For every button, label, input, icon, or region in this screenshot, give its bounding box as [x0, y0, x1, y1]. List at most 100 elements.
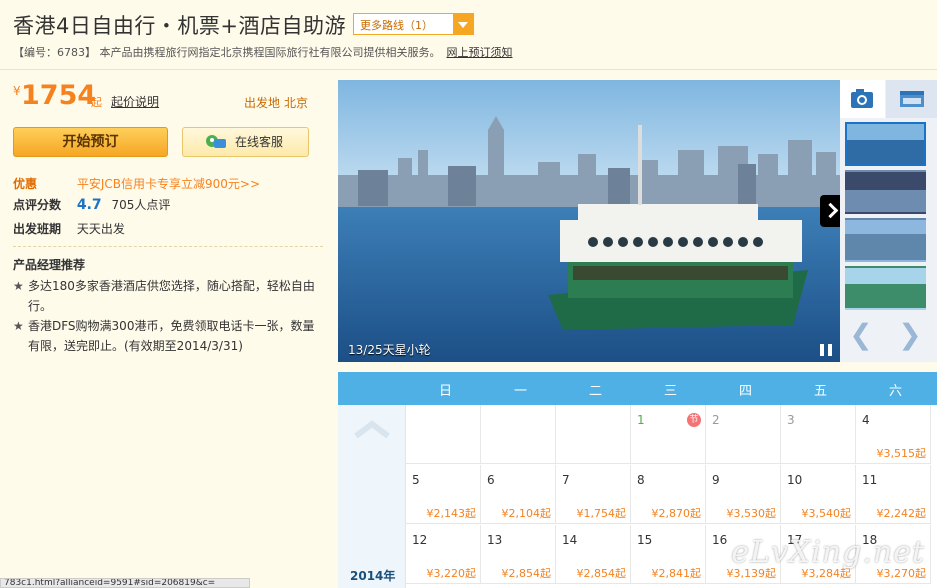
more-routes-select[interactable]: 更多路线（1） — [353, 13, 474, 35]
calendar-day-number: 10 — [787, 473, 803, 487]
weekday-label: 二 — [588, 384, 602, 399]
calendar-day-cell — [481, 405, 556, 464]
pause-icon[interactable] — [820, 344, 832, 356]
calendar-day-number: 6 — [487, 473, 495, 487]
calendar-day-price: ¥2,841起 — [651, 567, 702, 580]
schedule-label: 出发班期 — [13, 222, 62, 236]
calendar-day-price: ¥2,242起 — [876, 507, 927, 520]
weekday-label: 日 — [438, 384, 452, 399]
calendar-day-number: 7 — [562, 473, 570, 487]
calendar-day-number: 15 — [637, 533, 653, 547]
camera-icon — [851, 89, 873, 108]
calendar-year: 2014年 — [350, 569, 396, 583]
calendar-day-cell[interactable]: 1节 — [631, 405, 706, 464]
start-booking-button[interactable]: 开始预订 — [13, 127, 168, 157]
calendar-day-number: 2 — [712, 413, 720, 427]
calendar-day-cell[interactable]: 10 ¥3,540起 — [781, 465, 856, 524]
ferry-photo — [338, 80, 840, 362]
divider — [13, 246, 323, 247]
recommend-title: 产品经理推荐 — [13, 258, 86, 272]
calendar-month-nav: 2014年 — [338, 405, 406, 588]
calendar-day-price: ¥2,143起 — [426, 507, 477, 520]
online-service-button[interactable]: 在线客服 — [182, 127, 309, 157]
currency-symbol: ¥ — [13, 84, 21, 98]
gallery-thumbnail[interactable] — [845, 266, 926, 310]
depart-label: 出发地 — [244, 96, 281, 110]
product-header: 香港4日自由行・机票+酒店自助游 更多路线（1） 【编号：6783】 本产品由携… — [0, 0, 937, 70]
product-code-text: 【编号：6783】 本产品由携程旅行网指定北京携程国际旅行社有限公司提供相关服务… — [13, 46, 441, 59]
calendar-day-cell[interactable]: 3 — [781, 405, 856, 464]
gallery-side-panel: ❮ ❯ — [840, 80, 937, 362]
watermark-text: eLvXing.net — [731, 535, 925, 570]
score-label: 点评分数 — [13, 198, 62, 212]
calendar-day-number: 14 — [562, 533, 578, 547]
recommend-text: 香港DFS购物满300港币，免费领取电话卡一张，数量有限，送完即止。(有效期至2… — [28, 319, 315, 353]
calendar-day-price: ¥3,530起 — [726, 507, 777, 520]
chat-icon — [206, 135, 226, 148]
online-service-label: 在线客服 — [235, 135, 284, 149]
score-row: 点评分数 4.7 705人点评 — [13, 196, 170, 213]
calendar-day-cell[interactable]: 7 ¥1,754起 — [556, 465, 631, 524]
calendar-day-cell[interactable]: 5 ¥2,143起 — [406, 465, 481, 524]
recommend-item: ★ 多达180多家香港酒店供您选择，随心搭配，轻松自由行。 — [13, 276, 325, 316]
calendar-day-cell[interactable]: 14 ¥2,854起 — [556, 525, 631, 584]
calendar-day-price: ¥3,540起 — [801, 507, 852, 520]
star-icon: ★ — [13, 279, 24, 293]
photo-caption: 13/25天星小轮 — [348, 343, 431, 357]
calendar-day-number: 9 — [712, 473, 720, 487]
price-note-link[interactable]: 起价说明 — [111, 93, 159, 110]
calendar-day-number: 11 — [862, 473, 878, 487]
calendar-day-cell[interactable]: 9 ¥3,530起 — [706, 465, 781, 524]
thumb-prev-button[interactable]: ❮ — [846, 320, 876, 350]
star-icon: ★ — [13, 319, 24, 333]
calendar-day-cell — [556, 405, 631, 464]
calendar-day-cell[interactable]: 15 ¥2,841起 — [631, 525, 706, 584]
calendar-day-price: ¥2,854起 — [576, 567, 627, 580]
gallery-thumbnail[interactable] — [845, 218, 926, 262]
thumb-next-button[interactable]: ❯ — [895, 320, 925, 350]
gallery-thumbnail[interactable] — [845, 122, 926, 166]
photo-tab[interactable] — [840, 80, 885, 118]
video-tab[interactable] — [886, 80, 937, 118]
weekday-label: 四 — [738, 384, 752, 399]
more-routes-label: 更多路线（1） — [360, 19, 433, 32]
calendar-day-cell[interactable]: 2 — [706, 405, 781, 464]
promo-label: 优惠 — [13, 177, 38, 191]
calendar-day-price: ¥3,220起 — [426, 567, 477, 580]
next-photo-button[interactable] — [820, 195, 840, 227]
chevron-up-icon[interactable] — [352, 419, 392, 439]
score-value: 4.7 — [76, 197, 102, 213]
schedule-value: 天天出发 — [76, 222, 125, 236]
calendar-day-number: 1 — [637, 413, 645, 427]
calendar-day-cell — [406, 405, 481, 464]
reviews-link[interactable]: 705人点评 — [111, 198, 170, 212]
calendar-day-price: ¥3,515起 — [876, 447, 927, 460]
weekday-label: 五 — [813, 384, 827, 399]
video-icon — [900, 91, 924, 107]
price-amount: 1754 — [21, 80, 97, 111]
calendar-day-cell[interactable]: 12 ¥3,220起 — [406, 525, 481, 584]
calendar-day-cell[interactable]: 6 ¥2,104起 — [481, 465, 556, 524]
calendar-day-cell[interactable]: 4 ¥3,515起 — [856, 405, 931, 464]
gallery-thumbnail[interactable] — [845, 170, 926, 214]
calendar-day-number: 13 — [487, 533, 503, 547]
weekday-label: 三 — [663, 384, 677, 399]
calendar-day-price: ¥2,854起 — [501, 567, 552, 580]
calendar-day-cell[interactable]: 13 ¥2,854起 — [481, 525, 556, 584]
calendar-day-cell[interactable]: 11 ¥2,242起 — [856, 465, 931, 524]
calendar-day-number: 12 — [412, 533, 428, 547]
status-bar-url: 783c1.html?allianceid=9591#sid=206819&c= — [0, 578, 250, 588]
calendar-day-number: 5 — [412, 473, 420, 487]
calendar-day-number: 8 — [637, 473, 645, 487]
calendar-weekday-header: 日 一 二 三 四 五 六 — [338, 372, 937, 405]
festival-badge-icon: 节 — [687, 413, 701, 427]
promo-link[interactable]: 平安JCB信用卡专享立减900元>> — [77, 177, 260, 191]
recommend-item: ★ 香港DFS购物满300港币，免费领取电话卡一张，数量有限，送完即止。(有效期… — [13, 316, 325, 356]
calendar-day-number: 16 — [712, 533, 728, 547]
booking-notice-link[interactable]: 网上预订须知 — [447, 46, 513, 59]
calendar-day-number: 4 — [862, 413, 870, 427]
recommend-text: 多达180多家香港酒店供您选择，随心搭配，轻松自由行。 — [28, 279, 315, 313]
photo-gallery[interactable]: 13/25天星小轮 — [338, 80, 840, 362]
schedule-row: 出发班期 天天出发 — [13, 220, 125, 237]
calendar-day-cell[interactable]: 8 ¥2,870起 — [631, 465, 706, 524]
